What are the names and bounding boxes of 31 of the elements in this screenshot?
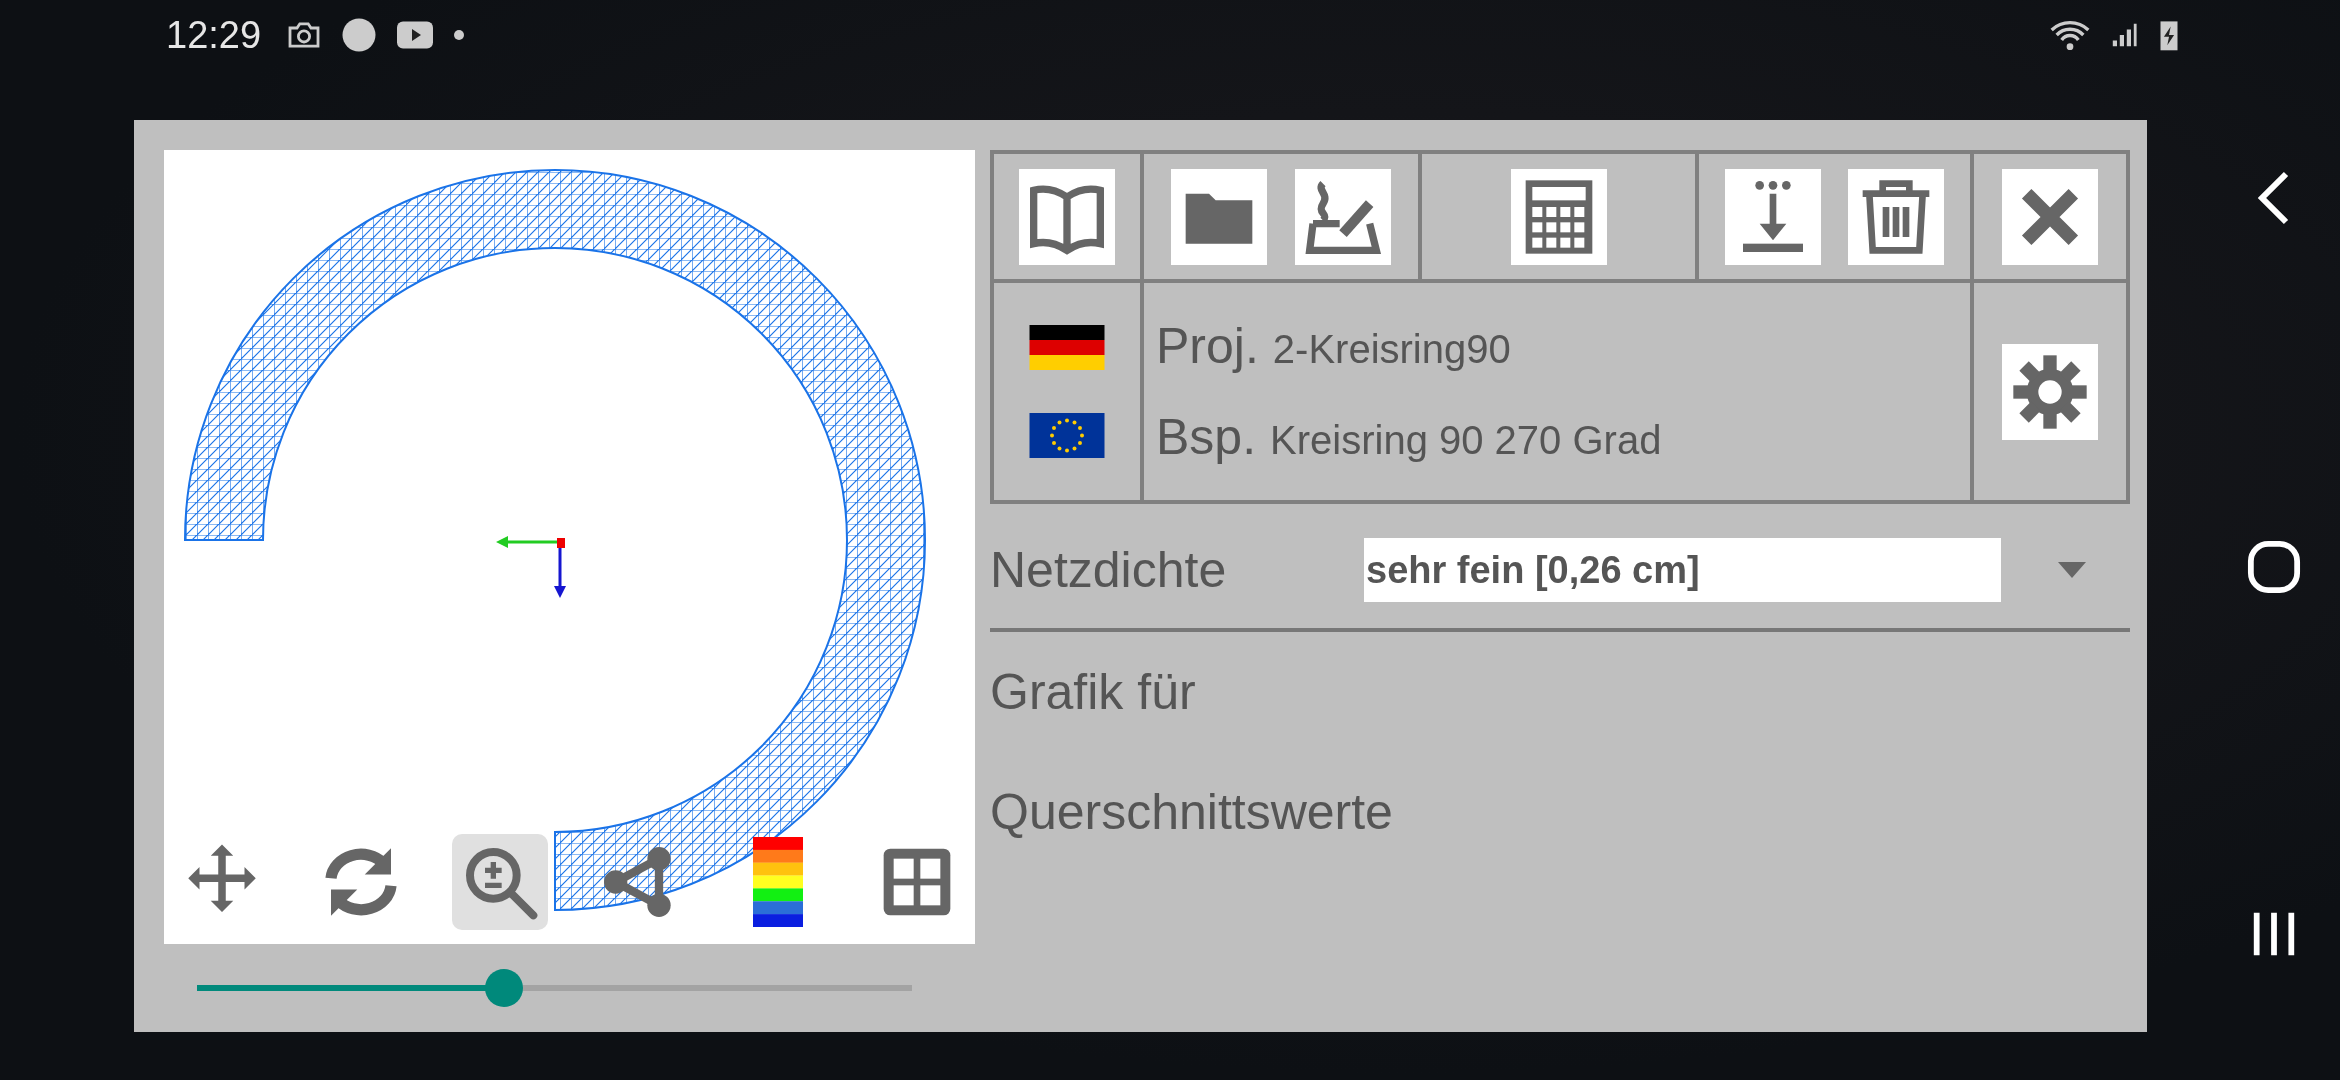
mesh-density-label: Netzdichte xyxy=(990,541,1228,599)
watch-app-icon xyxy=(341,17,378,53)
wifi-icon xyxy=(2050,18,2090,52)
status-time: 12:29 xyxy=(166,13,262,57)
mesh-density-dropdown[interactable]: sehr fein [0,26 cm] xyxy=(1364,538,2001,602)
close-button[interactable] xyxy=(2002,168,2098,265)
book-button[interactable] xyxy=(1019,168,1115,265)
section-heading[interactable]: Querschnittswerte xyxy=(990,752,2130,872)
home-icon xyxy=(2246,540,2301,594)
calculator-button[interactable] xyxy=(1510,168,1607,265)
dropdown-caret-icon xyxy=(2058,562,2086,578)
eu-flag-icon xyxy=(1029,412,1105,458)
info-value: Kreisring 90 270 Grad xyxy=(1270,418,1662,464)
battery-icon xyxy=(2158,18,2180,52)
edit-button[interactable] xyxy=(1294,168,1391,265)
notification-dot-icon xyxy=(453,29,466,41)
axes-drawing xyxy=(496,536,566,598)
info-label: Proj. xyxy=(1156,316,1259,375)
german-flag-icon xyxy=(1029,325,1105,371)
color-scale-icon xyxy=(753,836,803,927)
download-button[interactable] xyxy=(1725,168,1822,265)
delete-button[interactable] xyxy=(1847,168,1944,265)
folder-button[interactable] xyxy=(1171,168,1268,265)
slider-thumb[interactable] xyxy=(485,968,524,1007)
section-heading[interactable]: Grafik für xyxy=(990,632,2130,752)
info-label: Bsp. xyxy=(1156,408,1257,467)
zoom-tool-button[interactable] xyxy=(452,833,548,930)
settings-button[interactable] xyxy=(2002,343,2098,440)
camera-icon xyxy=(287,21,322,49)
video-icon xyxy=(397,21,434,49)
info-value: 2-Kreisring90 xyxy=(1272,326,1511,372)
